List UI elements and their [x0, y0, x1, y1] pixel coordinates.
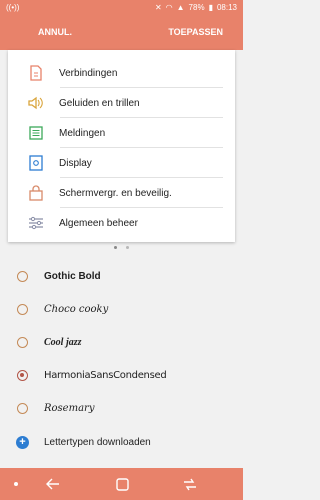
wifi-icon: ◠ [165, 3, 173, 12]
font-option-gothic-bold[interactable]: Gothic Bold [0, 260, 243, 293]
signal-icon: ▲ [176, 3, 185, 12]
status-bar: ((•)) ✕ ◠ ▲ 78% ▮ 08:13 [0, 0, 243, 16]
wifi-hotspot-icon: ((•)) [6, 3, 20, 12]
recent-apps-icon[interactable] [182, 476, 198, 492]
preview-item-display: Display [8, 148, 235, 178]
radio-button[interactable] [17, 271, 28, 282]
preview-item-connections: Verbindingen [8, 58, 235, 88]
preview-item-sounds: Geluiden en trillen [8, 88, 235, 118]
home-icon[interactable] [114, 476, 130, 492]
lock-icon [26, 183, 46, 203]
battery-icon: ▮ [208, 3, 213, 12]
radio-button[interactable] [17, 403, 28, 414]
plus-icon: + [16, 436, 29, 449]
page-dot [126, 246, 129, 249]
preview-item-label: Geluiden en trillen [59, 97, 140, 109]
radio-button-selected[interactable] [17, 370, 28, 381]
notifications-icon [26, 123, 46, 143]
preview-item-label: Meldingen [59, 127, 106, 139]
back-icon[interactable] [45, 476, 61, 492]
action-bar: ANNUL. TOEPASSEN [0, 16, 243, 50]
radio-button[interactable] [17, 337, 28, 348]
page-indicator [0, 246, 243, 252]
font-option-choco-cooky[interactable]: Choco cooky [0, 293, 243, 326]
font-option-cool-jazz[interactable]: Cool jazz [0, 326, 243, 359]
preview-item-label: Algemeen beheer [59, 217, 138, 229]
display-icon [26, 153, 46, 173]
font-option-label: Rosemary [44, 403, 95, 414]
font-option-rosemary[interactable]: Rosemary [0, 392, 243, 425]
apply-button[interactable]: TOEPASSEN [168, 27, 223, 37]
preview-item-notifications: Meldingen [8, 118, 235, 148]
preview-item-label: Verbindingen [59, 67, 118, 79]
font-option-label: Cool jazz [44, 337, 82, 348]
font-option-label: Gothic Bold [44, 271, 101, 282]
cancel-button[interactable]: ANNUL. [38, 27, 72, 37]
speaker-icon [26, 93, 46, 113]
download-fonts-label: Lettertypen downloaden [44, 437, 151, 448]
preview-item-label: Schermvergr. en beveilig. [59, 187, 172, 199]
battery-level: 78% [188, 3, 205, 12]
download-fonts-item[interactable]: + Lettertypen downloaden [0, 426, 243, 459]
sliders-icon [26, 213, 46, 233]
radio-button[interactable] [17, 304, 28, 315]
preview-item-general: Algemeen beheer [8, 208, 235, 238]
mute-icon: ✕ [154, 3, 162, 12]
preview-item-label: Display [59, 157, 92, 169]
page-dot-active [114, 246, 117, 249]
preview-item-lockscreen: Schermvergr. en beveilig. [8, 178, 235, 208]
font-option-harmonia-sans-condensed[interactable]: HarmoniaSansCondensed [0, 359, 243, 392]
font-option-label: Choco cooky [44, 304, 109, 315]
nav-dot-icon [8, 476, 24, 492]
font-preview-card: Verbindingen Geluiden en trillen Melding… [8, 50, 235, 242]
navigation-bar [0, 468, 243, 500]
font-option-label: HarmoniaSansCondensed [44, 370, 167, 381]
link-icon [26, 63, 46, 83]
clock: 08:13 [216, 3, 237, 12]
